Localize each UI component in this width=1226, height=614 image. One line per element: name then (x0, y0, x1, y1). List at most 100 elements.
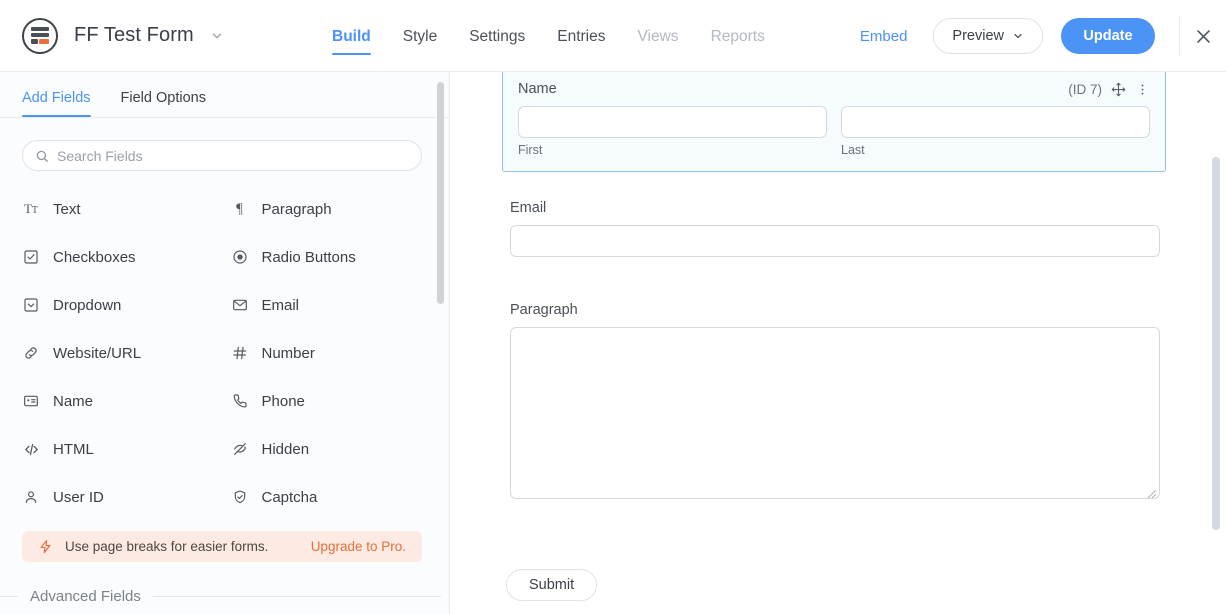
field-type-label: Radio Buttons (261, 248, 356, 266)
radio-icon (231, 248, 249, 266)
field-type-label: Name (53, 392, 94, 410)
form-field-name[interactable]: Name (ID 7) First Last (502, 72, 1166, 172)
sidebar-tabs: Add Fields Field Options (0, 72, 449, 118)
field-header: Name (ID 7) (511, 81, 1157, 97)
field-type-website-url[interactable]: Website/URL (22, 329, 231, 377)
name-subfields: First Last (511, 97, 1157, 157)
advanced-fields-label: Advanced Fields (30, 588, 141, 605)
chevron-down-icon[interactable] (208, 27, 226, 45)
field-label: Paragraph (510, 302, 578, 318)
form-field-paragraph[interactable]: Paragraph (510, 302, 1160, 499)
field-type-hidden[interactable]: Hidden (231, 425, 440, 473)
tab-views[interactable]: Views (637, 4, 678, 69)
tab-style[interactable]: Style (403, 4, 437, 69)
field-tools: (ID 7) (1068, 82, 1150, 97)
paragraph-textarea[interactable] (510, 327, 1160, 499)
name-last-group: Last (841, 106, 1150, 157)
field-type-radio-buttons[interactable]: Radio Buttons (231, 233, 440, 281)
field-type-label: Hidden (261, 440, 310, 458)
field-type-number[interactable]: Number (231, 329, 440, 377)
code-icon (22, 440, 40, 458)
field-type-label: Paragraph (261, 200, 332, 218)
dropdown-icon (22, 296, 40, 314)
tab-build[interactable]: Build (332, 4, 371, 69)
tab-settings[interactable]: Settings (469, 4, 525, 69)
field-id-label: (ID 7) (1068, 81, 1102, 97)
search-area (0, 118, 449, 171)
field-type-checkboxes[interactable]: Checkboxes (22, 233, 231, 281)
upgrade-promo-banner: Use page breaks for easier forms. Upgrad… (22, 531, 422, 562)
field-type-dropdown[interactable]: Dropdown (22, 281, 231, 329)
vertical-dots-icon[interactable] (1135, 82, 1150, 97)
field-type-text[interactable]: TT Text (22, 185, 231, 233)
lightning-bolt-icon (38, 539, 53, 554)
close-icon[interactable] (1180, 13, 1226, 59)
preview-button[interactable]: Preview (933, 18, 1043, 54)
advanced-fields-section-header: Advanced Fields (0, 588, 449, 605)
form-canvas: Name (ID 7) First Last Email Paragraph S… (450, 72, 1226, 614)
main-nav-tabs: Build Style Settings Entries Views Repor… (332, 0, 765, 72)
page-title: FF Test Form (74, 24, 194, 46)
shield-check-icon (231, 488, 249, 506)
field-type-name[interactable]: Name (22, 377, 231, 425)
move-arrows-icon[interactable] (1111, 82, 1126, 97)
last-name-sublabel: Last (841, 143, 865, 157)
update-button[interactable]: Update (1061, 18, 1155, 54)
name-first-group: First (518, 106, 827, 157)
first-name-sublabel: First (518, 143, 543, 157)
field-label: Name (518, 81, 557, 97)
tab-add-fields[interactable]: Add Fields (22, 90, 91, 117)
email-input[interactable] (510, 225, 1160, 257)
id-card-icon (22, 392, 40, 410)
field-type-label: Email (261, 296, 300, 314)
paragraph-icon: ¶ (236, 200, 243, 217)
preview-label: Preview (952, 28, 1004, 44)
top-action-area: Embed Preview Update (860, 0, 1226, 72)
form-field-email[interactable]: Email (510, 200, 1160, 257)
tab-reports[interactable]: Reports (711, 4, 765, 69)
formidable-logo-icon (22, 17, 58, 54)
canvas-scrollbar[interactable] (1212, 157, 1220, 530)
embed-button[interactable]: Embed (860, 28, 908, 45)
field-type-label: Number (261, 344, 315, 362)
text-icon: TT (23, 201, 39, 216)
chevron-down-icon (1012, 30, 1024, 42)
field-type-label: Dropdown (53, 296, 122, 314)
field-label: Email (510, 200, 547, 216)
first-name-input[interactable] (518, 106, 827, 138)
eye-off-icon (231, 440, 249, 458)
field-type-captcha[interactable]: Captcha (231, 473, 440, 521)
form-builder-app: FF Test Form Build Style Settings Entrie… (0, 0, 1226, 614)
field-type-label: User ID (53, 488, 104, 506)
tab-entries[interactable]: Entries (557, 4, 605, 69)
tab-field-options[interactable]: Field Options (121, 90, 206, 117)
submit-button[interactable]: Submit (506, 569, 598, 601)
upgrade-to-pro-link[interactable]: Upgrade to Pro. (311, 539, 406, 554)
field-type-label: HTML (53, 440, 94, 458)
link-icon (22, 344, 40, 362)
fields-sidebar: Add Fields Field Options TT Text ¶ Parag… (0, 72, 450, 614)
field-type-label: Text (53, 200, 81, 218)
checkbox-icon (22, 248, 40, 266)
field-type-label: Phone (261, 392, 305, 410)
field-type-html[interactable]: HTML (22, 425, 231, 473)
promo-text: Use page breaks for easier forms. (65, 539, 269, 554)
field-type-phone[interactable]: Phone (231, 377, 440, 425)
brand-area: FF Test Form (0, 17, 226, 54)
field-type-label: Captcha (261, 488, 318, 506)
user-icon (22, 488, 40, 506)
search-box[interactable] (22, 140, 422, 171)
last-name-input[interactable] (841, 106, 1150, 138)
field-type-label: Website/URL (53, 344, 142, 362)
top-header-bar: FF Test Form Build Style Settings Entrie… (0, 0, 1226, 72)
hash-icon (231, 344, 249, 362)
search-input[interactable] (57, 147, 409, 164)
envelope-icon (231, 296, 249, 314)
field-type-label: Checkboxes (53, 248, 136, 266)
field-type-email[interactable]: Email (231, 281, 440, 329)
field-type-paragraph[interactable]: ¶ Paragraph (231, 185, 440, 233)
phone-icon (231, 392, 249, 410)
sidebar-scrollbar[interactable] (437, 82, 444, 304)
field-type-list: TT Text ¶ Paragraph Checkboxes Radio But… (0, 171, 449, 521)
field-type-user-id[interactable]: User ID (22, 473, 231, 521)
